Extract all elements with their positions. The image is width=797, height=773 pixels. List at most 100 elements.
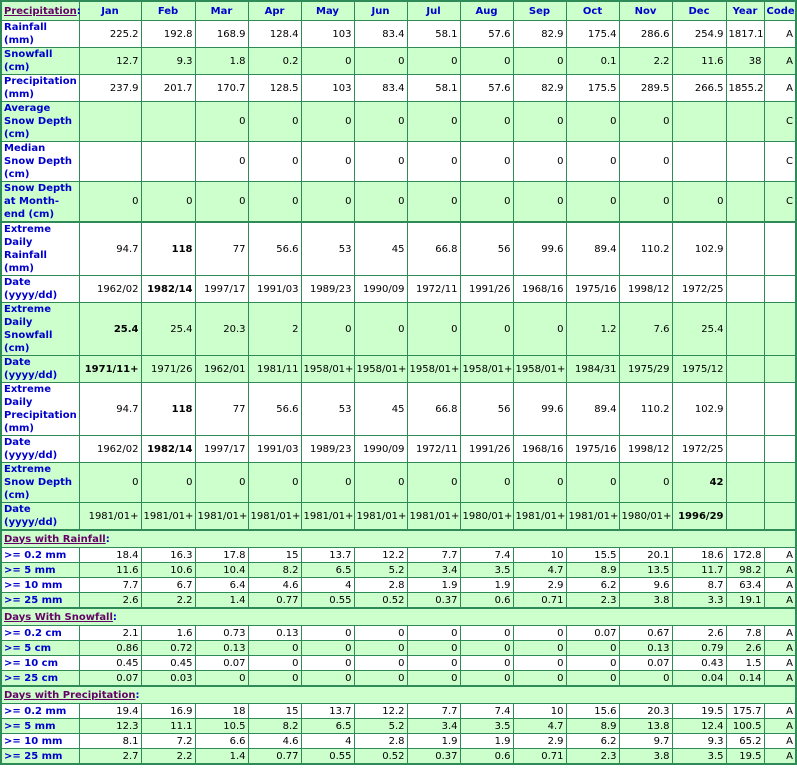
month-cell: 9.7	[618, 733, 673, 749]
month-cell: 254.9	[671, 20, 727, 48]
month-cell: 0	[194, 141, 249, 182]
code-cell: A	[763, 562, 797, 578]
year-cell: 175.7	[725, 703, 765, 719]
code-cell: A	[763, 20, 797, 48]
code-cell	[763, 502, 797, 531]
month-cell: 57.6	[459, 74, 514, 102]
days-sections: Days with Rainfall: >= 0.2 mm 18.4 16.3 17.8…	[0, 529, 797, 765]
month-cell: 4.6	[247, 577, 302, 593]
month-cell: 0	[565, 101, 620, 142]
precipitation-link[interactable]: Precipitation	[4, 6, 77, 17]
month-cell: 15.5	[565, 547, 620, 563]
month-cell: 0.2	[247, 47, 302, 75]
month-cell: 1990/09	[353, 435, 408, 463]
month-cell: 1980/01+	[459, 502, 514, 531]
month-cell: 0	[300, 302, 355, 356]
month-cell: 15	[247, 547, 302, 563]
month-cell: 168.9	[194, 20, 249, 48]
month-cell: 1.6	[140, 625, 196, 641]
month-cell: 110.2	[618, 221, 673, 276]
month-cell: 0	[300, 101, 355, 142]
threshold-label: >= 5 mm	[0, 718, 80, 734]
month-cell: 1.9	[406, 577, 461, 593]
threshold-row: >= 10 mm 7.7 6.7 6.4 4.6 4 2.8 1.9 1.9 2.9 6.2 9.6 8…	[0, 577, 797, 593]
row-precipitation: Precipitation (mm) 237.9 201.7 170.7 128.5 10…	[0, 74, 797, 102]
month-cell: 1958/01+	[512, 355, 567, 383]
precipitation-table: Precipitation: Jan Feb Mar Apr May Jun J…	[0, 0, 797, 765]
month-cell: 12.7	[78, 47, 142, 75]
threshold-label: >= 0.2 cm	[0, 625, 80, 641]
month-cell: 0	[618, 462, 673, 503]
row-snowfall: Snowfall (cm) 12.7 9.3 1.8 0.2 0 0 0 0 0 0.1 2.2 11.…	[0, 47, 797, 75]
month-cell: 53	[300, 382, 355, 436]
threshold-row: >= 25 cm 0.07 0.03 0 0 0 0 0 0 0 0 0 0.04 0.14 A	[0, 670, 797, 687]
month-cell: 19.5	[671, 703, 727, 719]
section-link-days-with-snowfall[interactable]: Days With Snowfall	[4, 612, 113, 623]
month-cell	[671, 141, 727, 182]
month-cell: 4.7	[512, 562, 567, 578]
month-cell: 0	[406, 302, 461, 356]
month-cell: 0	[618, 181, 673, 223]
month-cell: 66.8	[406, 382, 461, 436]
month-cell: 77	[194, 221, 249, 276]
row-median-snow-depth: Median Snow Depth (cm) 0 0 0 0 0 0 0 0 0 C	[0, 141, 797, 182]
month-cell: 13.8	[618, 718, 673, 734]
month-cell: 0.86	[78, 640, 142, 656]
month-cell: 12.2	[353, 703, 408, 719]
month-cell: 8.7	[671, 577, 727, 593]
threshold-label: >= 25 cm	[0, 670, 80, 687]
month-cell: 0.07	[565, 625, 620, 641]
month-cell: 94.7	[78, 382, 142, 436]
row-snow-depth-month-end: Snow Depth at Month-end (cm) 0 0 0 0 0 0 0 0 0 0 0 0…	[0, 181, 797, 223]
month-cell: 0	[459, 655, 514, 671]
row-label: Average Snow Depth (cm)	[0, 101, 80, 142]
month-cell: 0	[140, 181, 196, 223]
month-cell: 16.9	[140, 703, 196, 719]
month-cell: 0	[565, 462, 620, 503]
month-cell: 225.2	[78, 20, 142, 48]
year-cell: 19.5	[725, 748, 765, 765]
month-cell: 201.7	[140, 74, 196, 102]
month-cell: 175.5	[565, 74, 620, 102]
row-extreme-daily-rainfall: Extreme Daily Rainfall (mm) 94.7 118 77 56.6…	[0, 221, 797, 276]
threshold-row: >= 25 mm 2.6 2.2 1.4 0.77 0.55 0.52 0.37 0.6 0.71…	[0, 592, 797, 609]
column-header-code: Code	[763, 0, 797, 21]
row-label: Extreme Snow Depth (cm)	[0, 462, 80, 503]
month-cell: 0	[247, 670, 302, 687]
month-cell: 1997/17	[194, 275, 249, 303]
month-cell: 110.2	[618, 382, 673, 436]
row-label: Median Snow Depth (cm)	[0, 141, 80, 182]
row-extreme-daily-rainfall-date: Date (yyyy/dd) 1962/02 1982/14 1997/17 1991/…	[0, 275, 797, 303]
month-cell: 2.9	[512, 577, 567, 593]
month-cell: 0.45	[78, 655, 142, 671]
month-cell: 0	[512, 302, 567, 356]
code-cell: A	[763, 748, 797, 765]
code-cell: A	[763, 547, 797, 563]
month-cell: 2.6	[671, 625, 727, 641]
year-cell	[725, 502, 765, 531]
month-cell: 11.1	[140, 718, 196, 734]
month-cell: 7.2	[140, 733, 196, 749]
month-cell: 0	[406, 101, 461, 142]
month-cell: 1.4	[194, 748, 249, 765]
month-cell: 1996/29	[671, 502, 727, 531]
month-cell: 56.6	[247, 382, 302, 436]
row-extreme-snow-depth-date: Date (yyyy/dd) 1981/01+ 1981/01+ 1981/01+ 19…	[0, 502, 797, 531]
month-cell: 0	[247, 181, 302, 223]
year-cell: 172.8	[725, 547, 765, 563]
threshold-row: >= 5 mm 11.6 10.6 10.4 8.2 6.5 5.2 3.4 3.5 4.7 8.9…	[0, 562, 797, 578]
row-label: Extreme Daily Snowfall (cm)	[0, 302, 80, 356]
month-cell: 1958/01+	[406, 355, 461, 383]
month-cell: 1989/23	[300, 435, 355, 463]
month-cell: 56	[459, 221, 514, 276]
section-header-days-with-snowfall: Days With Snowfall:	[0, 607, 797, 626]
code-cell	[763, 302, 797, 356]
column-header-dec: Dec	[671, 0, 727, 21]
month-cell: 20.3	[618, 703, 673, 719]
section-link-days-with-rainfall[interactable]: Days with Rainfall	[4, 534, 106, 545]
month-cell: 15	[247, 703, 302, 719]
month-cell: 0	[300, 181, 355, 223]
section-link-days-with-precipitation[interactable]: Days with Precipitation	[4, 690, 135, 701]
threshold-label: >= 0.2 mm	[0, 547, 80, 563]
row-extreme-snow-depth: Extreme Snow Depth (cm) 0 0 0 0 0 0 0 0 0 0 0 42	[0, 462, 797, 503]
